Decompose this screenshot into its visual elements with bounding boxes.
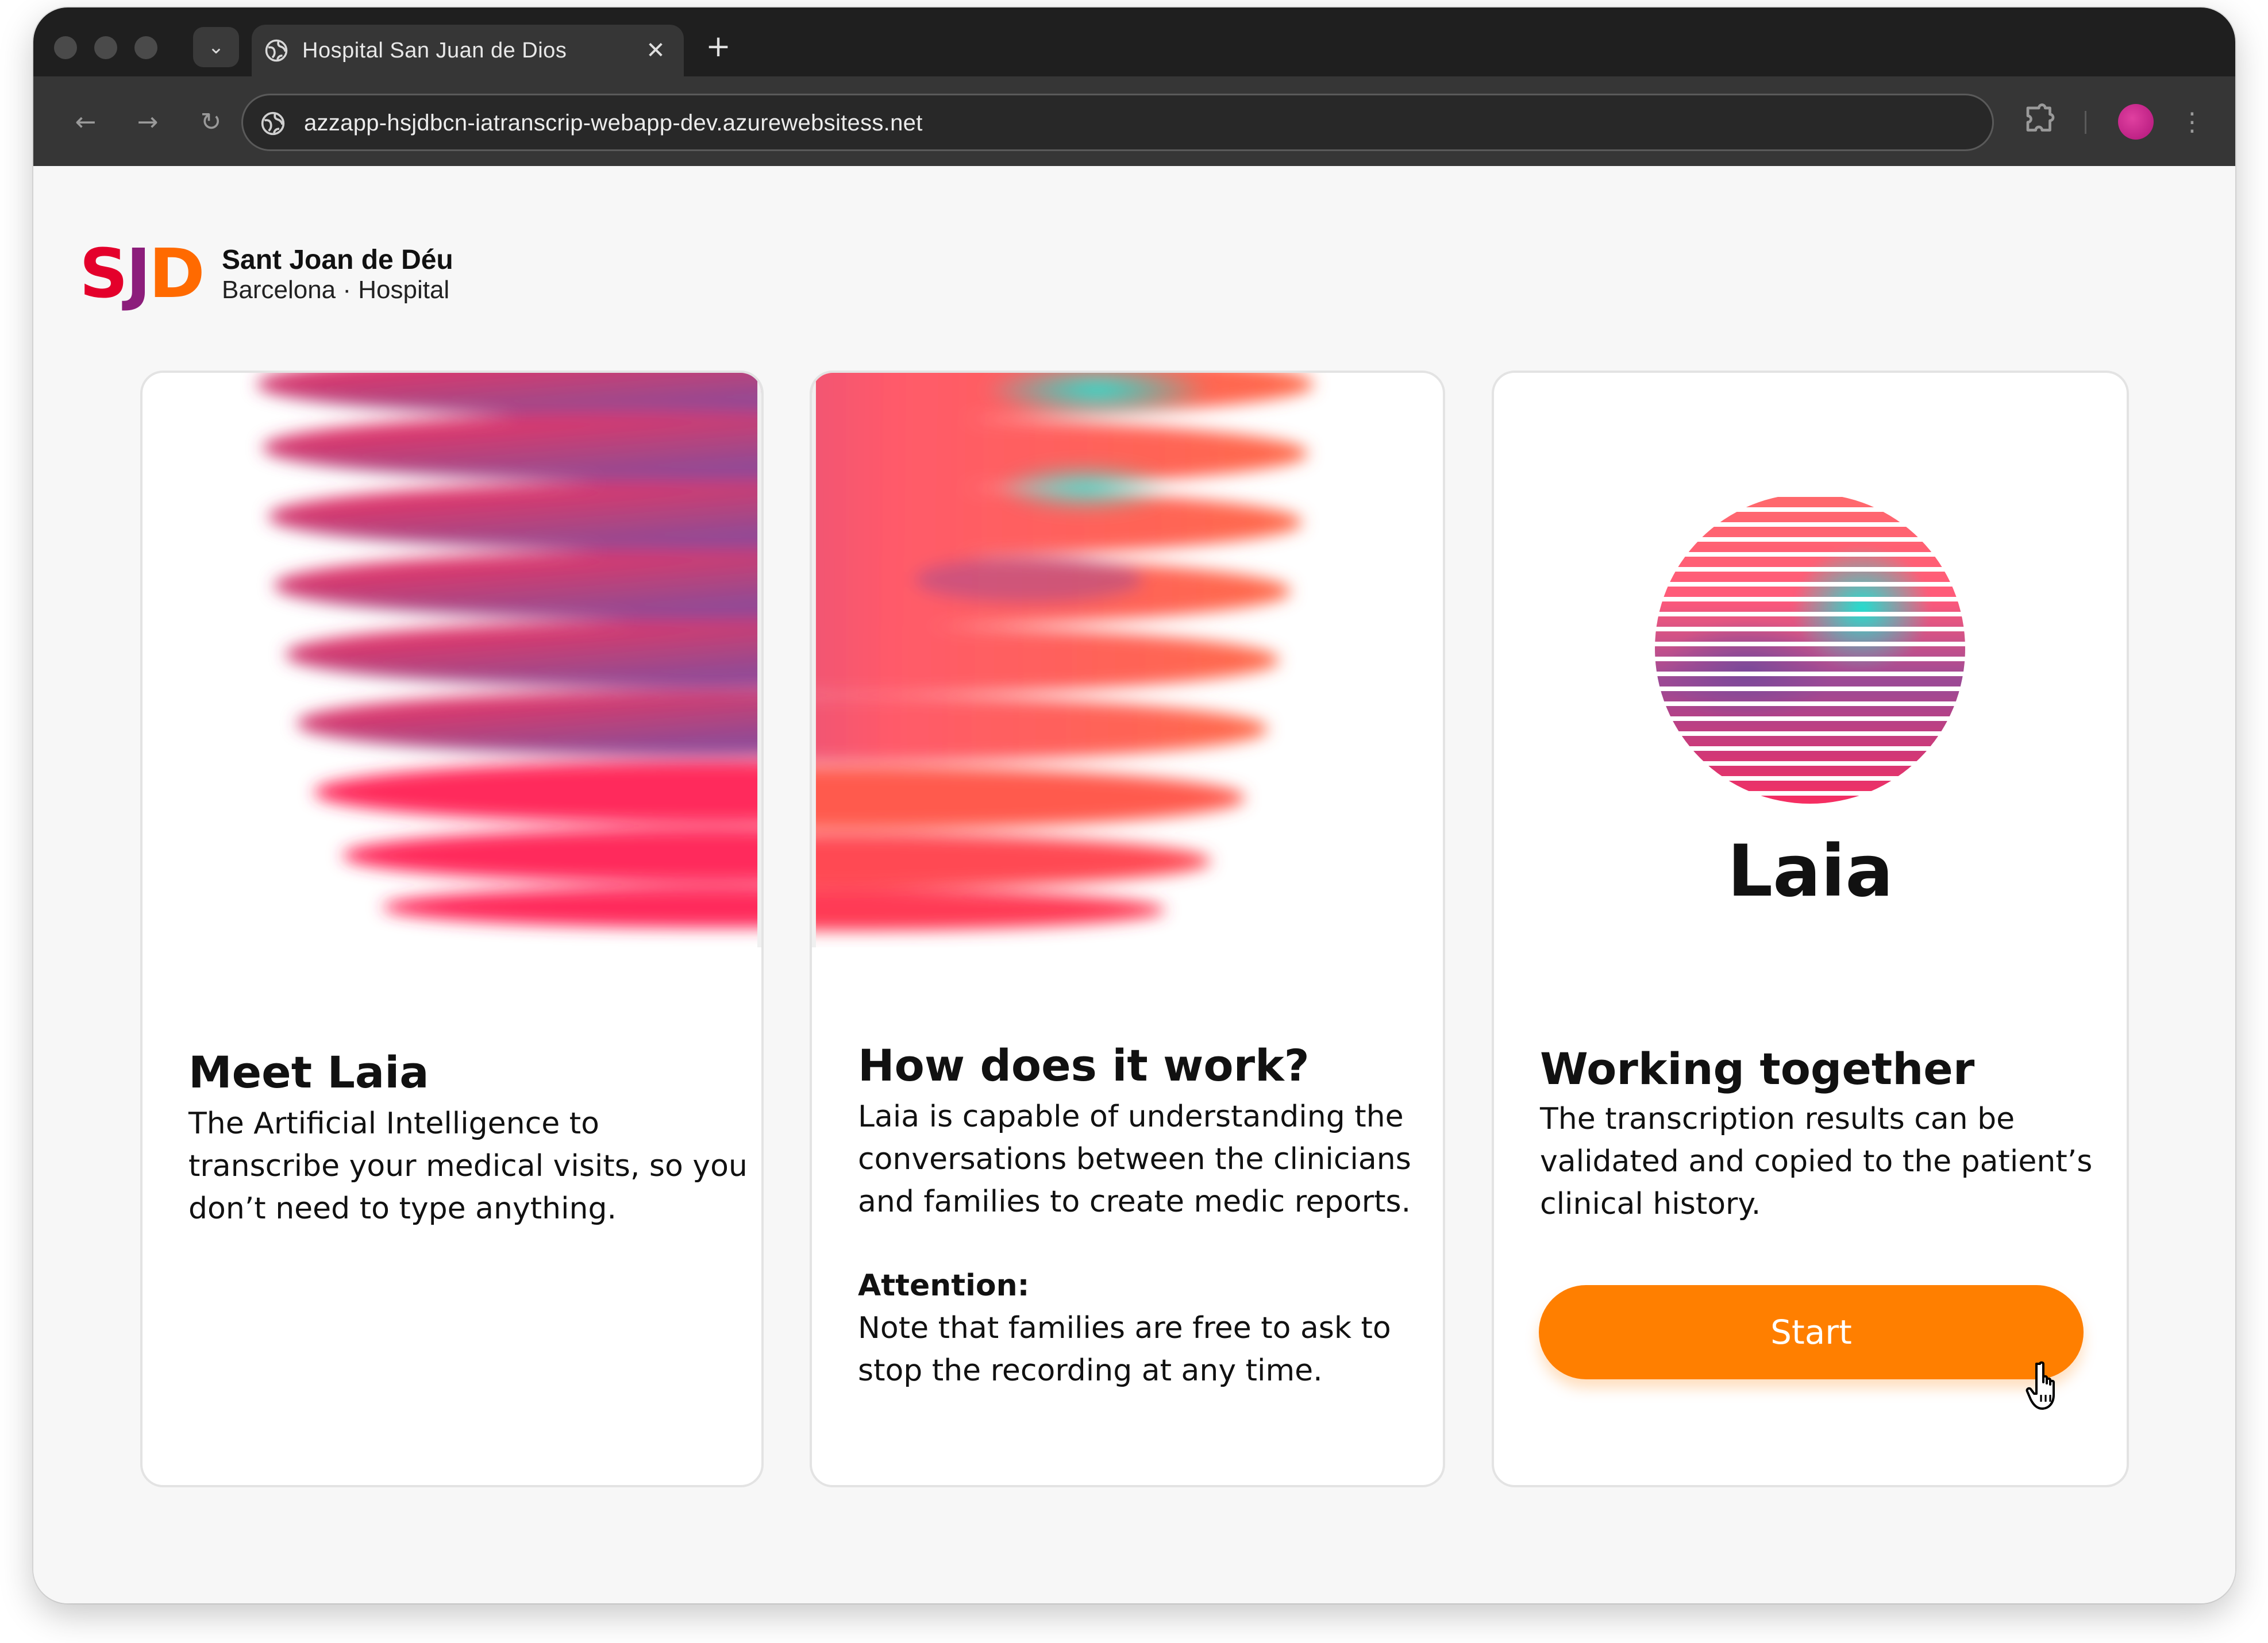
logo-name: Sant Joan de Déu	[222, 245, 453, 275]
globe-icon	[265, 39, 288, 62]
reload-icon: ↻	[200, 107, 222, 137]
card-heading: Working together	[1540, 1043, 1975, 1094]
window-zoom-control[interactable]	[134, 36, 157, 59]
laia-wordmark: Laia	[1727, 830, 1893, 913]
card-how-it-works: How does it work? Laia is capable of und…	[810, 371, 1445, 1487]
window-minimize-control[interactable]	[94, 36, 117, 59]
tab-title: Hospital San Juan de Dios	[302, 38, 567, 63]
card-body: The transcription results can be validat…	[1540, 1102, 2093, 1221]
new-tab-button[interactable]: +	[700, 28, 737, 65]
arrow-right-icon: →	[137, 107, 159, 137]
tab-strip: ⌄ Hospital San Juan de Dios ✕ +	[33, 7, 2235, 76]
gradient-stripes-illustration	[256, 373, 761, 947]
logo-subtitle: Barcelona · Hospital	[222, 276, 450, 304]
card-body: Laia is capable of understanding the con…	[858, 1100, 1411, 1219]
gradient-stripes-illustration	[812, 373, 1314, 947]
chevron-down-icon: ⌄	[207, 36, 225, 59]
card-working-together: Laia Working together The transcription …	[1492, 371, 2129, 1487]
back-button[interactable]: ←	[66, 102, 106, 142]
window-close-control[interactable]	[54, 36, 77, 59]
toolbar-separator	[2085, 111, 2086, 134]
browser-window: ⌄ Hospital San Juan de Dios ✕ + ← → ↻ az…	[33, 7, 2235, 1603]
logo-mark: SJD	[79, 234, 205, 313]
sjd-logo[interactable]: SJD Sant Joan de Déu Barcelona · Hospita…	[79, 240, 482, 307]
tab-search-button[interactable]: ⌄	[193, 27, 239, 67]
page-content: SJD Sant Joan de Déu Barcelona · Hospita…	[33, 166, 2235, 1603]
browser-toolbar: ← → ↻ azzapp-hsjdbcn-iatranscrip-webapp-…	[33, 76, 2235, 166]
site-info-icon[interactable]	[260, 111, 286, 136]
plus-icon: +	[706, 29, 731, 64]
attention-body: Note that families are free to ask to st…	[858, 1311, 1391, 1388]
laia-orb-logo	[1649, 492, 1971, 804]
address-bar[interactable]: azzapp-hsjdbcn-iatranscrip-webapp-dev.az…	[241, 94, 1994, 151]
profile-avatar[interactable]	[2118, 104, 2154, 140]
extensions-puzzle-icon[interactable]	[2021, 102, 2059, 140]
arrow-left-icon: ←	[75, 107, 97, 137]
browser-menu-button[interactable]: ⋮	[2178, 102, 2207, 142]
attention-title: Attention:	[858, 1268, 1030, 1303]
reload-button[interactable]: ↻	[191, 102, 231, 142]
card-heading: How does it work?	[858, 1040, 1310, 1091]
close-icon[interactable]: ✕	[641, 36, 670, 65]
browser-tab-active[interactable]: Hospital San Juan de Dios ✕	[252, 25, 684, 76]
card-heading: Meet Laia	[188, 1047, 429, 1098]
hand-pointer-cursor-icon	[2026, 1361, 2055, 1410]
kebab-menu-icon: ⋮	[2180, 107, 2205, 137]
url-text[interactable]: azzapp-hsjdbcn-iatranscrip-webapp-dev.az…	[304, 108, 923, 138]
card-body: The Artificial Intelligence to transcrib…	[188, 1106, 748, 1226]
forward-button[interactable]: →	[128, 102, 168, 142]
start-button[interactable]: Start	[1539, 1285, 2084, 1379]
card-meet-laia: Meet Laia The Artificial Intelligence to…	[140, 371, 764, 1487]
